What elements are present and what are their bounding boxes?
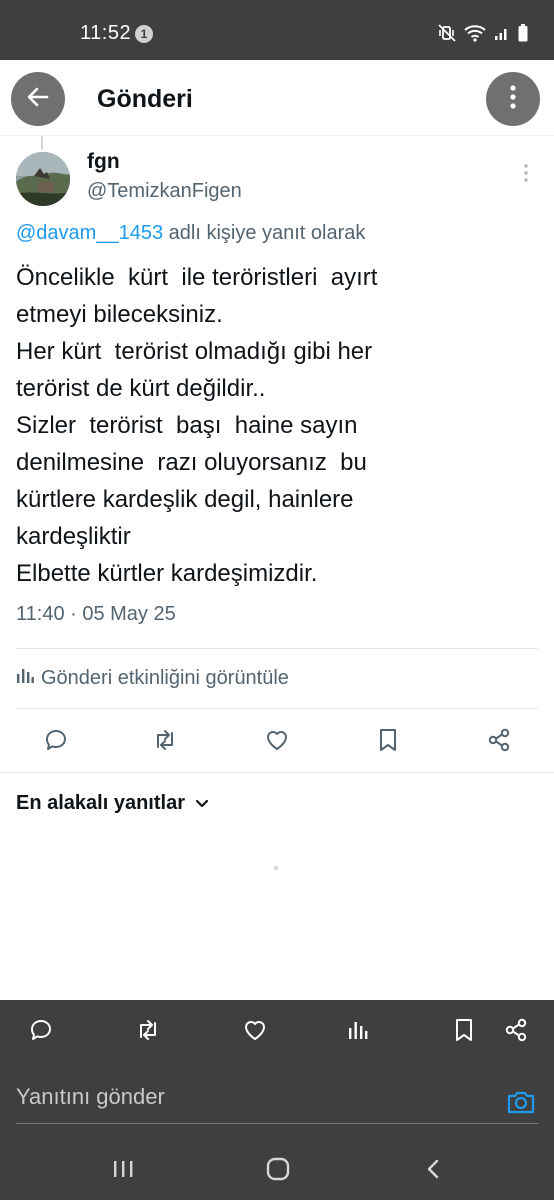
reply-input[interactable] — [16, 1084, 486, 1110]
like-icon — [264, 727, 290, 758]
bottom-share-button[interactable] — [501, 1017, 531, 1047]
home-button[interactable] — [263, 1156, 293, 1186]
status-icons — [438, 24, 528, 42]
home-icon — [265, 1157, 291, 1186]
arrow-left-icon — [25, 84, 51, 115]
share-button[interactable] — [484, 727, 514, 757]
status-bar: 11:52 1 — [0, 0, 554, 60]
reply-composer — [0, 1068, 554, 1126]
bottom-like-button[interactable] — [240, 1017, 270, 1047]
back-button[interactable] — [11, 72, 65, 126]
mute-vibrate-icon — [438, 24, 456, 42]
reply-icon — [28, 1017, 54, 1048]
page-title: Gönderi — [97, 85, 193, 113]
activity-label: Gönderi etkinliğini görüntüle — [41, 666, 289, 689]
reply-mention-link[interactable]: @davam__1453 — [16, 222, 163, 244]
bookmark-icon — [377, 727, 399, 758]
back-nav-button[interactable] — [418, 1156, 448, 1186]
signal-icon — [494, 25, 510, 41]
tweet-actions — [0, 719, 554, 763]
tweet-timestamp: 11:40 · 05 May 25 — [16, 603, 176, 625]
reply-context-text: adlı kişiye yanıt olarak — [163, 222, 366, 244]
views-icon — [347, 1019, 369, 1046]
divider — [0, 772, 554, 773]
more-vertical-icon — [518, 164, 534, 187]
avatar[interactable] — [16, 152, 70, 206]
recent-apps-button[interactable] — [108, 1156, 138, 1186]
chevron-down-icon — [195, 792, 209, 815]
notification-count-badge: 1 — [135, 25, 153, 43]
bottom-bookmark-button[interactable] — [449, 1017, 479, 1047]
retweet-button[interactable] — [150, 727, 180, 757]
divider — [16, 648, 538, 649]
camera-icon — [506, 1091, 536, 1120]
reply-button[interactable] — [41, 727, 71, 757]
like-button[interactable] — [262, 727, 292, 757]
loading-indicator — [274, 866, 278, 870]
share-icon — [486, 727, 512, 758]
bottom-reply-button[interactable] — [26, 1017, 56, 1047]
tweet-menu-button[interactable] — [518, 163, 534, 183]
status-time: 11:52 — [80, 22, 132, 44]
divider — [16, 708, 538, 709]
more-vertical-icon — [509, 84, 517, 115]
author-name[interactable]: fgn — [87, 150, 120, 174]
wifi-icon — [464, 24, 486, 42]
share-icon — [503, 1017, 529, 1048]
bottom-action-bar — [0, 1000, 554, 1064]
retweet-icon — [151, 727, 179, 758]
views-icon — [16, 666, 34, 690]
tweet-text: Öncelikle kürt ile teröristleri ayırt et… — [16, 264, 378, 587]
system-navigation-bar — [0, 1140, 554, 1200]
replies-sort-label: En alakalı yanıtlar — [16, 792, 185, 814]
bookmark-button[interactable] — [373, 727, 403, 757]
thread-connector-line — [41, 136, 43, 150]
reply-input-underline — [16, 1123, 538, 1124]
post-header: Gönderi — [0, 60, 554, 136]
reply-icon — [43, 727, 69, 758]
battery-icon — [518, 24, 528, 42]
chevron-left-icon — [425, 1158, 441, 1185]
more-options-button[interactable] — [486, 72, 540, 126]
bottom-views-button[interactable] — [343, 1017, 373, 1047]
retweet-icon — [134, 1017, 162, 1048]
replies-sort-dropdown[interactable]: En alakalı yanıtlar — [16, 792, 209, 815]
author-handle[interactable]: @TemizkanFigen — [87, 180, 242, 203]
recent-apps-icon — [111, 1158, 135, 1185]
reply-context: @davam__1453 adlı kişiye yanıt olarak — [16, 222, 365, 245]
view-post-activity-link[interactable]: Gönderi etkinliğini görüntüle — [16, 666, 289, 690]
camera-button[interactable] — [506, 1088, 536, 1116]
bottom-retweet-button[interactable] — [133, 1017, 163, 1047]
like-icon — [242, 1017, 268, 1048]
bookmark-icon — [453, 1017, 475, 1048]
